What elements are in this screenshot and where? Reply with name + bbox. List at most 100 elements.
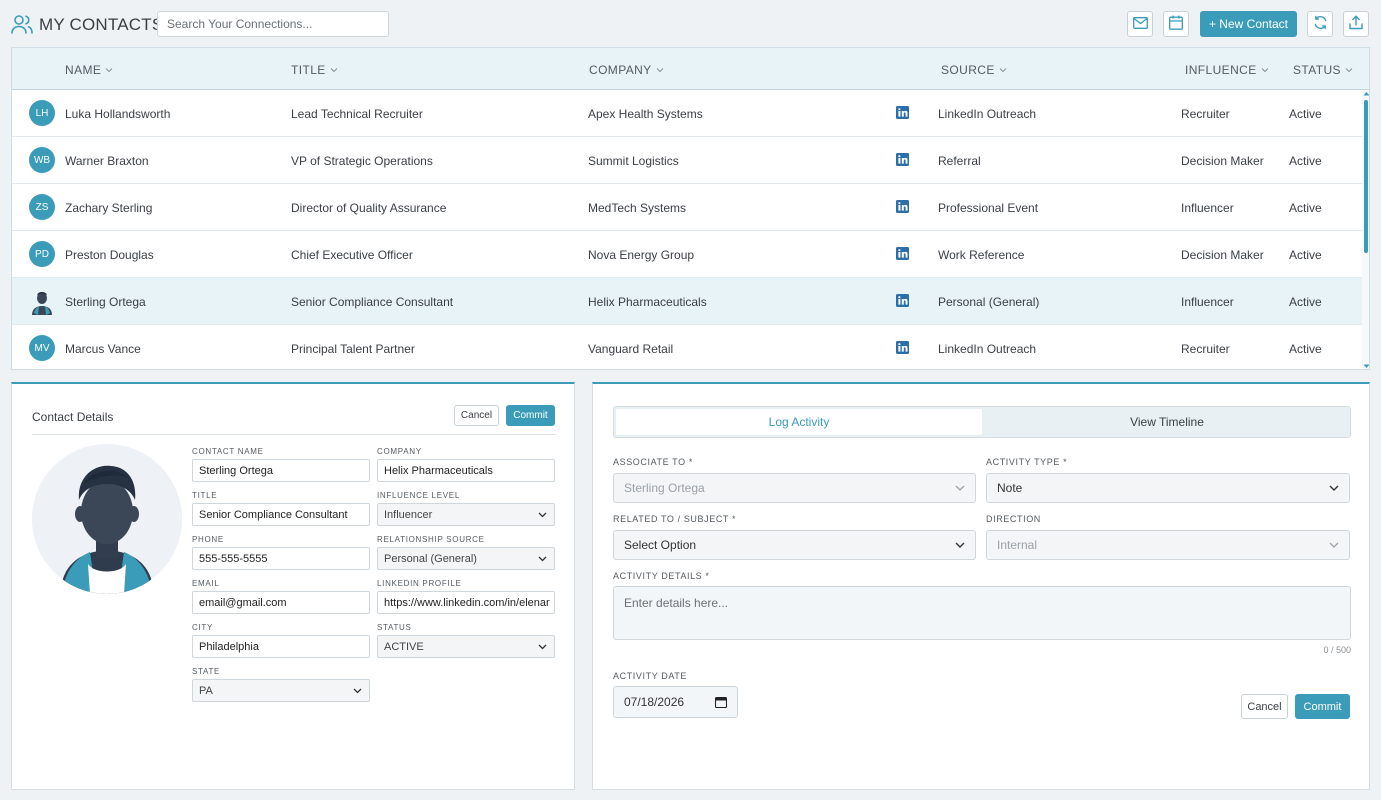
status-select[interactable]: ACTIVE (377, 635, 555, 658)
scroll-up-icon[interactable] (1363, 91, 1370, 96)
table-row-selected[interactable]: Sterling Ortega Senior Compliance Consul… (12, 278, 1362, 325)
contact-company: Helix Pharmaceuticals (588, 295, 707, 309)
column-header-source[interactable]: SOURCE (941, 63, 1007, 77)
app-header: MY CONTACTS + New Contact (0, 0, 1381, 48)
contact-name: Warner Braxton (65, 154, 149, 168)
chevron-down-icon (999, 68, 1007, 73)
table-row[interactable]: PD Preston Douglas Chief Executive Offic… (12, 231, 1362, 278)
activity-date-value: 07/18/2026 (624, 695, 685, 709)
refresh-button[interactable] (1307, 11, 1333, 37)
column-header-title[interactable]: TITLE (291, 63, 338, 77)
new-contact-button[interactable]: + New Contact (1200, 11, 1297, 37)
contact-company: Apex Health Systems (588, 107, 703, 121)
scrollbar-thumb[interactable] (1364, 100, 1368, 253)
related-to-label: RELATED TO / SUBJECT * (613, 514, 737, 524)
linkedin-profile-field[interactable]: https://www.linkedin.com/in/elenar (377, 591, 555, 614)
chevron-down-icon (656, 68, 663, 73)
activity-details-textarea[interactable]: Enter details here... (613, 586, 1351, 640)
export-button[interactable] (1343, 11, 1369, 37)
calendar-button[interactable] (1163, 11, 1189, 37)
chevron-down-icon (1261, 68, 1268, 73)
cancel-button[interactable]: Cancel (454, 405, 499, 426)
city-label: CITY (192, 623, 214, 632)
contact-source: Work Reference (938, 248, 1025, 262)
activity-date-label: ACTIVITY DATE (613, 671, 687, 681)
table-scrollbar[interactable] (1362, 90, 1370, 369)
linkedin-icon[interactable] (896, 106, 909, 119)
column-label: SOURCE (941, 63, 995, 77)
linkedin-icon[interactable] (896, 341, 909, 354)
activity-type-select[interactable]: Note (986, 473, 1350, 503)
linkedin-icon[interactable] (896, 153, 909, 166)
email-label: EMAIL (192, 579, 220, 588)
column-header-status[interactable]: STATUS (1293, 63, 1353, 77)
phone-label: PHONE (192, 535, 224, 544)
avatar: MV (29, 335, 55, 361)
table-row[interactable]: MV Marcus Vance Principal Talent Partner… (12, 325, 1362, 369)
tab-log-activity[interactable]: Log Activity (616, 409, 982, 435)
influence-level-value: Influencer (384, 508, 433, 521)
contact-company: Vanguard Retail (588, 342, 674, 356)
contact-title: VP of Strategic Operations (291, 154, 433, 168)
activity-cancel-button[interactable]: Cancel (1241, 694, 1288, 719)
contact-name-label: CONTACT NAME (192, 447, 264, 456)
contact-name: Luka Hollandsworth (65, 107, 171, 121)
chevron-down-icon (353, 688, 362, 694)
table-row[interactable]: LH Luka Hollandsworth Lead Technical Rec… (12, 90, 1362, 137)
linkedin-icon[interactable] (896, 294, 909, 307)
calendar-icon[interactable] (715, 696, 727, 708)
activity-date-input[interactable]: 07/18/2026 (613, 686, 738, 718)
related-to-select[interactable]: Select Option (613, 530, 976, 560)
city-field[interactable]: Philadelphia (192, 635, 370, 658)
contact-title: Chief Executive Officer (291, 248, 413, 262)
influence-level-label: INFLUENCE LEVEL (377, 491, 460, 500)
contact-name-field[interactable]: Sterling Ortega (192, 459, 370, 482)
associate-to-value: Sterling Ortega (624, 481, 705, 495)
contact-influence: Recruiter (1181, 342, 1230, 356)
email-field[interactable]: email@gmail.com (192, 591, 370, 614)
title-field[interactable]: Senior Compliance Consultant (192, 503, 370, 526)
title-label: TITLE (192, 491, 218, 500)
column-header-company[interactable]: COMPANY (589, 63, 664, 77)
influence-level-select[interactable]: Influencer (377, 503, 555, 526)
column-label: INFLUENCE (1185, 63, 1257, 77)
search-input[interactable] (157, 11, 389, 37)
state-select[interactable]: PA (192, 679, 370, 702)
linkedin-profile-label: LINKEDIN PROFILE (377, 579, 462, 588)
chevron-down-icon (1329, 542, 1339, 548)
direction-select[interactable]: Internal (986, 530, 1350, 560)
scroll-down-icon[interactable] (1363, 364, 1370, 369)
column-header-influence[interactable]: INFLUENCE (1185, 63, 1269, 77)
commit-button[interactable]: Commit (506, 405, 555, 426)
contact-title: Lead Technical Recruiter (291, 107, 423, 121)
contact-status: Active (1289, 107, 1322, 121)
contact-status: Active (1289, 342, 1322, 356)
status-value: ACTIVE (384, 640, 424, 653)
contact-influence: Influencer (1181, 201, 1234, 215)
associate-to-select[interactable]: Sterling Ortega (613, 473, 976, 503)
direction-label: DIRECTION (986, 514, 1041, 524)
calendar-icon (1169, 15, 1183, 33)
state-label: STATE (192, 667, 221, 676)
email-button[interactable] (1127, 11, 1153, 37)
upload-icon (1349, 15, 1363, 33)
linkedin-icon[interactable] (896, 247, 909, 260)
company-field[interactable]: Helix Pharmaceuticals (377, 459, 555, 482)
contact-title: Senior Compliance Consultant (291, 295, 454, 309)
phone-field[interactable]: 555-555-5555 (192, 547, 370, 570)
contact-source: Referral (938, 154, 981, 168)
direction-value: Internal (997, 538, 1038, 552)
contact-name: Preston Douglas (65, 248, 154, 262)
tab-view-timeline[interactable]: View Timeline (984, 409, 1350, 435)
table-row[interactable]: WB Warner Braxton VP of Strategic Operat… (12, 137, 1362, 184)
linkedin-icon[interactable] (896, 200, 909, 213)
column-header-name[interactable]: NAME (65, 63, 113, 77)
relationship-source-select[interactable]: Personal (General) (377, 547, 555, 570)
table-row[interactable]: ZS Zachary Sterling Director of Quality … (12, 184, 1362, 231)
chevron-down-icon (105, 68, 113, 73)
contact-source: Professional Event (938, 201, 1039, 215)
state-value: PA (199, 684, 213, 697)
activity-commit-button[interactable]: Commit (1295, 694, 1350, 719)
avatar: ZS (29, 194, 55, 220)
contact-status: Active (1289, 295, 1322, 309)
